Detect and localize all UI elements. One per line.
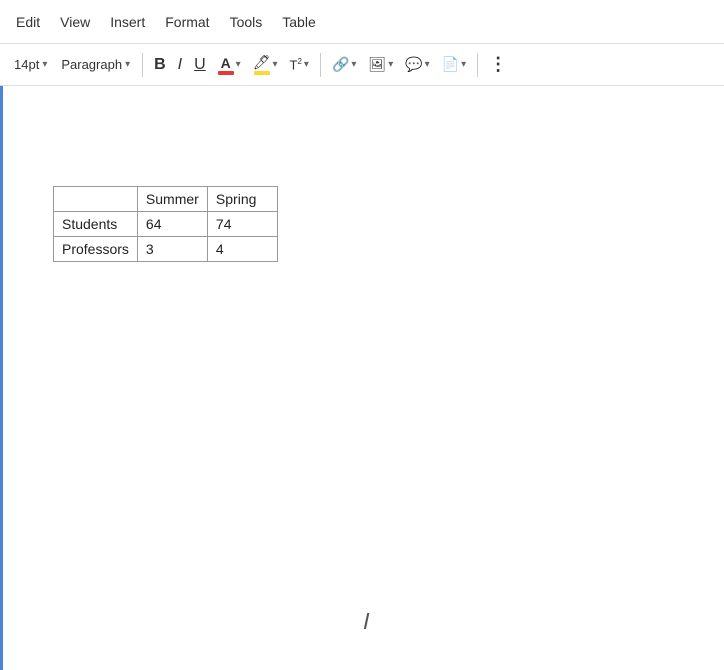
font-color-button[interactable]: A ▾: [213, 52, 246, 78]
style-chevron: ▾: [125, 59, 130, 70]
menu-format[interactable]: Format: [157, 10, 217, 34]
style-dropdown[interactable]: Paragraph ▾: [55, 54, 136, 75]
table-row: Students6474: [54, 212, 278, 237]
toolbar: 14pt ▾ Paragraph ▾ B I U A ▾ 🖊 ▾ T2 ▾: [0, 44, 724, 86]
more-options-icon: ⋮: [489, 54, 508, 75]
menu-view[interactable]: View: [52, 10, 98, 34]
table-header-cell: [54, 187, 138, 212]
link-button[interactable]: 🔗 ▾: [327, 53, 361, 76]
page: SummerSpringStudents6474Professors34 𝐼: [0, 86, 724, 670]
template-button[interactable]: 📄 ▾: [437, 53, 471, 76]
table-cell: 4: [207, 237, 277, 262]
image-icon: 🖼: [368, 56, 386, 73]
font-size-chevron: ▾: [42, 59, 47, 70]
table-row: Professors34: [54, 237, 278, 262]
menu-tools[interactable]: Tools: [222, 10, 271, 34]
data-table: SummerSpringStudents6474Professors34: [53, 186, 278, 262]
style-value: Paragraph: [61, 57, 122, 72]
divider-3: [477, 53, 478, 77]
bold-button[interactable]: B: [149, 53, 171, 77]
template-icon: 📄: [442, 56, 459, 73]
document-area: SummerSpringStudents6474Professors34 𝐼: [0, 86, 724, 670]
menu-table[interactable]: Table: [274, 10, 323, 34]
divider-1: [142, 53, 143, 77]
link-icon: 🔗: [332, 56, 349, 73]
font-color-indicator: A: [218, 55, 234, 75]
highlight-color-indicator: 🖊: [253, 54, 271, 75]
font-size-value: 14pt: [14, 57, 39, 72]
highlight-color-button[interactable]: 🖊 ▾: [248, 51, 283, 78]
menu-edit[interactable]: Edit: [8, 10, 48, 34]
superscript-icon: T2: [290, 57, 302, 72]
italic-button[interactable]: I: [173, 53, 187, 77]
image-chevron: ▾: [388, 59, 393, 70]
image-button[interactable]: 🖼 ▾: [363, 53, 398, 76]
table-cell: Students: [54, 212, 138, 237]
highlight-chevron: ▾: [272, 59, 277, 70]
table-header-cell: Summer: [137, 187, 207, 212]
table-cell: 64: [137, 212, 207, 237]
template-chevron: ▾: [461, 59, 466, 70]
menu-insert[interactable]: Insert: [102, 10, 153, 34]
superscript-button[interactable]: T2 ▾: [285, 54, 314, 75]
comment-button[interactable]: 💬 ▾: [400, 53, 434, 76]
link-chevron: ▾: [351, 59, 356, 70]
text-cursor: 𝐼: [364, 609, 370, 635]
comment-icon: 💬: [405, 56, 422, 73]
underline-button[interactable]: U: [189, 53, 211, 77]
more-options-button[interactable]: ⋮: [484, 51, 513, 78]
table-cell: 74: [207, 212, 277, 237]
table-header-cell: Spring: [207, 187, 277, 212]
divider-2: [320, 53, 321, 77]
table-cell: 3: [137, 237, 207, 262]
superscript-chevron: ▾: [304, 59, 309, 70]
comment-chevron: ▾: [425, 59, 430, 70]
menu-bar: Edit View Insert Format Tools Table: [0, 0, 724, 44]
table-cell: Professors: [54, 237, 138, 262]
font-color-chevron: ▾: [236, 59, 241, 70]
font-size-dropdown[interactable]: 14pt ▾: [8, 54, 53, 75]
